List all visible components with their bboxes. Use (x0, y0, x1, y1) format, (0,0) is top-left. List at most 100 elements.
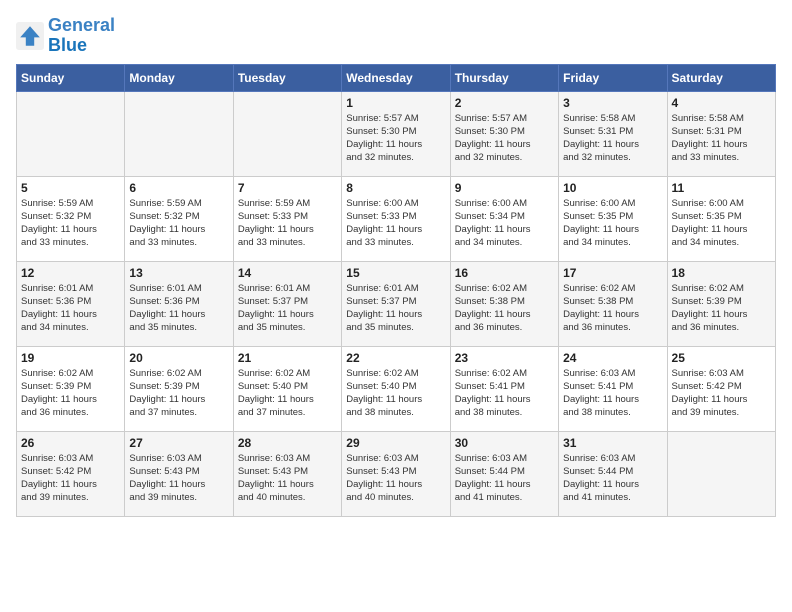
calendar-cell: 26 Sunrise: 6:03 AM Sunset: 5:42 PM Dayli… (17, 431, 125, 516)
day-info: Sunrise: 6:02 AM Sunset: 5:41 PM Dayligh… (455, 367, 554, 420)
calendar-cell (125, 91, 233, 176)
week-row-1: 1 Sunrise: 5:57 AM Sunset: 5:30 PM Daylig… (17, 91, 776, 176)
calendar-cell: 17 Sunrise: 6:02 AM Sunset: 5:38 PM Dayli… (559, 261, 667, 346)
day-number: 12 (21, 266, 120, 280)
day-info: Sunrise: 5:59 AM Sunset: 5:32 PM Dayligh… (21, 197, 120, 250)
calendar-cell: 18 Sunrise: 6:02 AM Sunset: 5:39 PM Dayli… (667, 261, 775, 346)
logo: General Blue (16, 16, 115, 56)
day-number: 14 (238, 266, 337, 280)
day-number: 6 (129, 181, 228, 195)
day-header-tuesday: Tuesday (233, 64, 341, 91)
day-info: Sunrise: 6:02 AM Sunset: 5:40 PM Dayligh… (346, 367, 445, 420)
day-info: Sunrise: 6:02 AM Sunset: 5:39 PM Dayligh… (21, 367, 120, 420)
calendar-cell: 2 Sunrise: 5:57 AM Sunset: 5:30 PM Daylig… (450, 91, 558, 176)
day-number: 19 (21, 351, 120, 365)
day-number: 29 (346, 436, 445, 450)
day-info: Sunrise: 6:01 AM Sunset: 5:36 PM Dayligh… (129, 282, 228, 335)
day-number: 28 (238, 436, 337, 450)
day-info: Sunrise: 5:58 AM Sunset: 5:31 PM Dayligh… (672, 112, 771, 165)
day-number: 17 (563, 266, 662, 280)
day-number: 22 (346, 351, 445, 365)
calendar-cell: 27 Sunrise: 6:03 AM Sunset: 5:43 PM Dayli… (125, 431, 233, 516)
day-number: 10 (563, 181, 662, 195)
day-number: 30 (455, 436, 554, 450)
day-number: 13 (129, 266, 228, 280)
day-info: Sunrise: 6:02 AM Sunset: 5:39 PM Dayligh… (672, 282, 771, 335)
day-info: Sunrise: 5:57 AM Sunset: 5:30 PM Dayligh… (346, 112, 445, 165)
week-row-4: 19 Sunrise: 6:02 AM Sunset: 5:39 PM Dayli… (17, 346, 776, 431)
day-number: 5 (21, 181, 120, 195)
day-info: Sunrise: 6:03 AM Sunset: 5:44 PM Dayligh… (563, 452, 662, 505)
day-header-friday: Friday (559, 64, 667, 91)
calendar-cell: 8Sunrise: 6:00 AM Sunset: 5:33 PM Daylig… (342, 176, 450, 261)
day-header-wednesday: Wednesday (342, 64, 450, 91)
day-info: Sunrise: 6:00 AM Sunset: 5:34 PM Dayligh… (455, 197, 554, 250)
day-info: Sunrise: 6:01 AM Sunset: 5:37 PM Dayligh… (346, 282, 445, 335)
day-info: Sunrise: 6:01 AM Sunset: 5:36 PM Dayligh… (21, 282, 120, 335)
calendar-cell: 11 Sunrise: 6:00 AM Sunset: 5:35 PM Dayli… (667, 176, 775, 261)
day-number: 20 (129, 351, 228, 365)
day-header-thursday: Thursday (450, 64, 558, 91)
day-info: Sunrise: 5:58 AM Sunset: 5:31 PM Dayligh… (563, 112, 662, 165)
calendar-cell: 19 Sunrise: 6:02 AM Sunset: 5:39 PM Dayli… (17, 346, 125, 431)
day-header-saturday: Saturday (667, 64, 775, 91)
calendar-cell: 10 Sunrise: 6:00 AM Sunset: 5:35 PM Dayli… (559, 176, 667, 261)
calendar-cell: 3 Sunrise: 5:58 AM Sunset: 5:31 PM Daylig… (559, 91, 667, 176)
calendar-cell: 31 Sunrise: 6:03 AM Sunset: 5:44 PM Dayli… (559, 431, 667, 516)
day-info: Sunrise: 5:57 AM Sunset: 5:30 PM Dayligh… (455, 112, 554, 165)
day-number: 1 (346, 96, 445, 110)
calendar-cell: 22 Sunrise: 6:02 AM Sunset: 5:40 PM Dayli… (342, 346, 450, 431)
calendar-cell: 4Sunrise: 5:58 AM Sunset: 5:31 PM Daylig… (667, 91, 775, 176)
calendar-cell: 1 Sunrise: 5:57 AM Sunset: 5:30 PM Daylig… (342, 91, 450, 176)
day-info: Sunrise: 6:02 AM Sunset: 5:38 PM Dayligh… (455, 282, 554, 335)
day-number: 27 (129, 436, 228, 450)
calendar-cell (233, 91, 341, 176)
logo-icon (16, 22, 44, 50)
calendar-cell: 24 Sunrise: 6:03 AM Sunset: 5:41 PM Dayli… (559, 346, 667, 431)
week-row-2: 5 Sunrise: 5:59 AM Sunset: 5:32 PM Daylig… (17, 176, 776, 261)
day-info: Sunrise: 6:03 AM Sunset: 5:42 PM Dayligh… (21, 452, 120, 505)
day-info: Sunrise: 6:00 AM Sunset: 5:33 PM Dayligh… (346, 197, 445, 250)
calendar-cell: 6 Sunrise: 5:59 AM Sunset: 5:32 PM Daylig… (125, 176, 233, 261)
day-info: Sunrise: 6:02 AM Sunset: 5:39 PM Dayligh… (129, 367, 228, 420)
calendar-cell: 5 Sunrise: 5:59 AM Sunset: 5:32 PM Daylig… (17, 176, 125, 261)
calendar-cell: 20 Sunrise: 6:02 AM Sunset: 5:39 PM Dayli… (125, 346, 233, 431)
day-number: 15 (346, 266, 445, 280)
day-info: Sunrise: 6:01 AM Sunset: 5:37 PM Dayligh… (238, 282, 337, 335)
day-info: Sunrise: 6:03 AM Sunset: 5:41 PM Dayligh… (563, 367, 662, 420)
calendar-cell: 9Sunrise: 6:00 AM Sunset: 5:34 PM Daylig… (450, 176, 558, 261)
header: General Blue (16, 16, 776, 56)
day-number: 3 (563, 96, 662, 110)
calendar-cell (667, 431, 775, 516)
day-number: 2 (455, 96, 554, 110)
day-number: 18 (672, 266, 771, 280)
day-number: 11 (672, 181, 771, 195)
calendar-cell: 28Sunrise: 6:03 AM Sunset: 5:43 PM Dayli… (233, 431, 341, 516)
calendar-cell: 25Sunrise: 6:03 AM Sunset: 5:42 PM Dayli… (667, 346, 775, 431)
day-number: 16 (455, 266, 554, 280)
day-info: Sunrise: 6:02 AM Sunset: 5:38 PM Dayligh… (563, 282, 662, 335)
calendar-table: SundayMondayTuesdayWednesdayThursdayFrid… (16, 64, 776, 517)
day-number: 25 (672, 351, 771, 365)
day-number: 7 (238, 181, 337, 195)
calendar-cell: 16 Sunrise: 6:02 AM Sunset: 5:38 PM Dayli… (450, 261, 558, 346)
calendar-cell: 29 Sunrise: 6:03 AM Sunset: 5:43 PM Dayli… (342, 431, 450, 516)
day-number: 31 (563, 436, 662, 450)
day-info: Sunrise: 5:59 AM Sunset: 5:33 PM Dayligh… (238, 197, 337, 250)
day-info: Sunrise: 6:00 AM Sunset: 5:35 PM Dayligh… (672, 197, 771, 250)
day-header-sunday: Sunday (17, 64, 125, 91)
day-header-monday: Monday (125, 64, 233, 91)
calendar-cell: 13 Sunrise: 6:01 AM Sunset: 5:36 PM Dayli… (125, 261, 233, 346)
day-number: 26 (21, 436, 120, 450)
calendar-cell: 30Sunrise: 6:03 AM Sunset: 5:44 PM Dayli… (450, 431, 558, 516)
calendar-cell: 12 Sunrise: 6:01 AM Sunset: 5:36 PM Dayli… (17, 261, 125, 346)
calendar-cell (17, 91, 125, 176)
day-info: Sunrise: 5:59 AM Sunset: 5:32 PM Dayligh… (129, 197, 228, 250)
calendar-cell: 21Sunrise: 6:02 AM Sunset: 5:40 PM Dayli… (233, 346, 341, 431)
day-number: 24 (563, 351, 662, 365)
day-header-row: SundayMondayTuesdayWednesdayThursdayFrid… (17, 64, 776, 91)
day-info: Sunrise: 6:03 AM Sunset: 5:43 PM Dayligh… (129, 452, 228, 505)
calendar-cell: 23Sunrise: 6:02 AM Sunset: 5:41 PM Dayli… (450, 346, 558, 431)
day-info: Sunrise: 6:00 AM Sunset: 5:35 PM Dayligh… (563, 197, 662, 250)
day-info: Sunrise: 6:03 AM Sunset: 5:43 PM Dayligh… (346, 452, 445, 505)
